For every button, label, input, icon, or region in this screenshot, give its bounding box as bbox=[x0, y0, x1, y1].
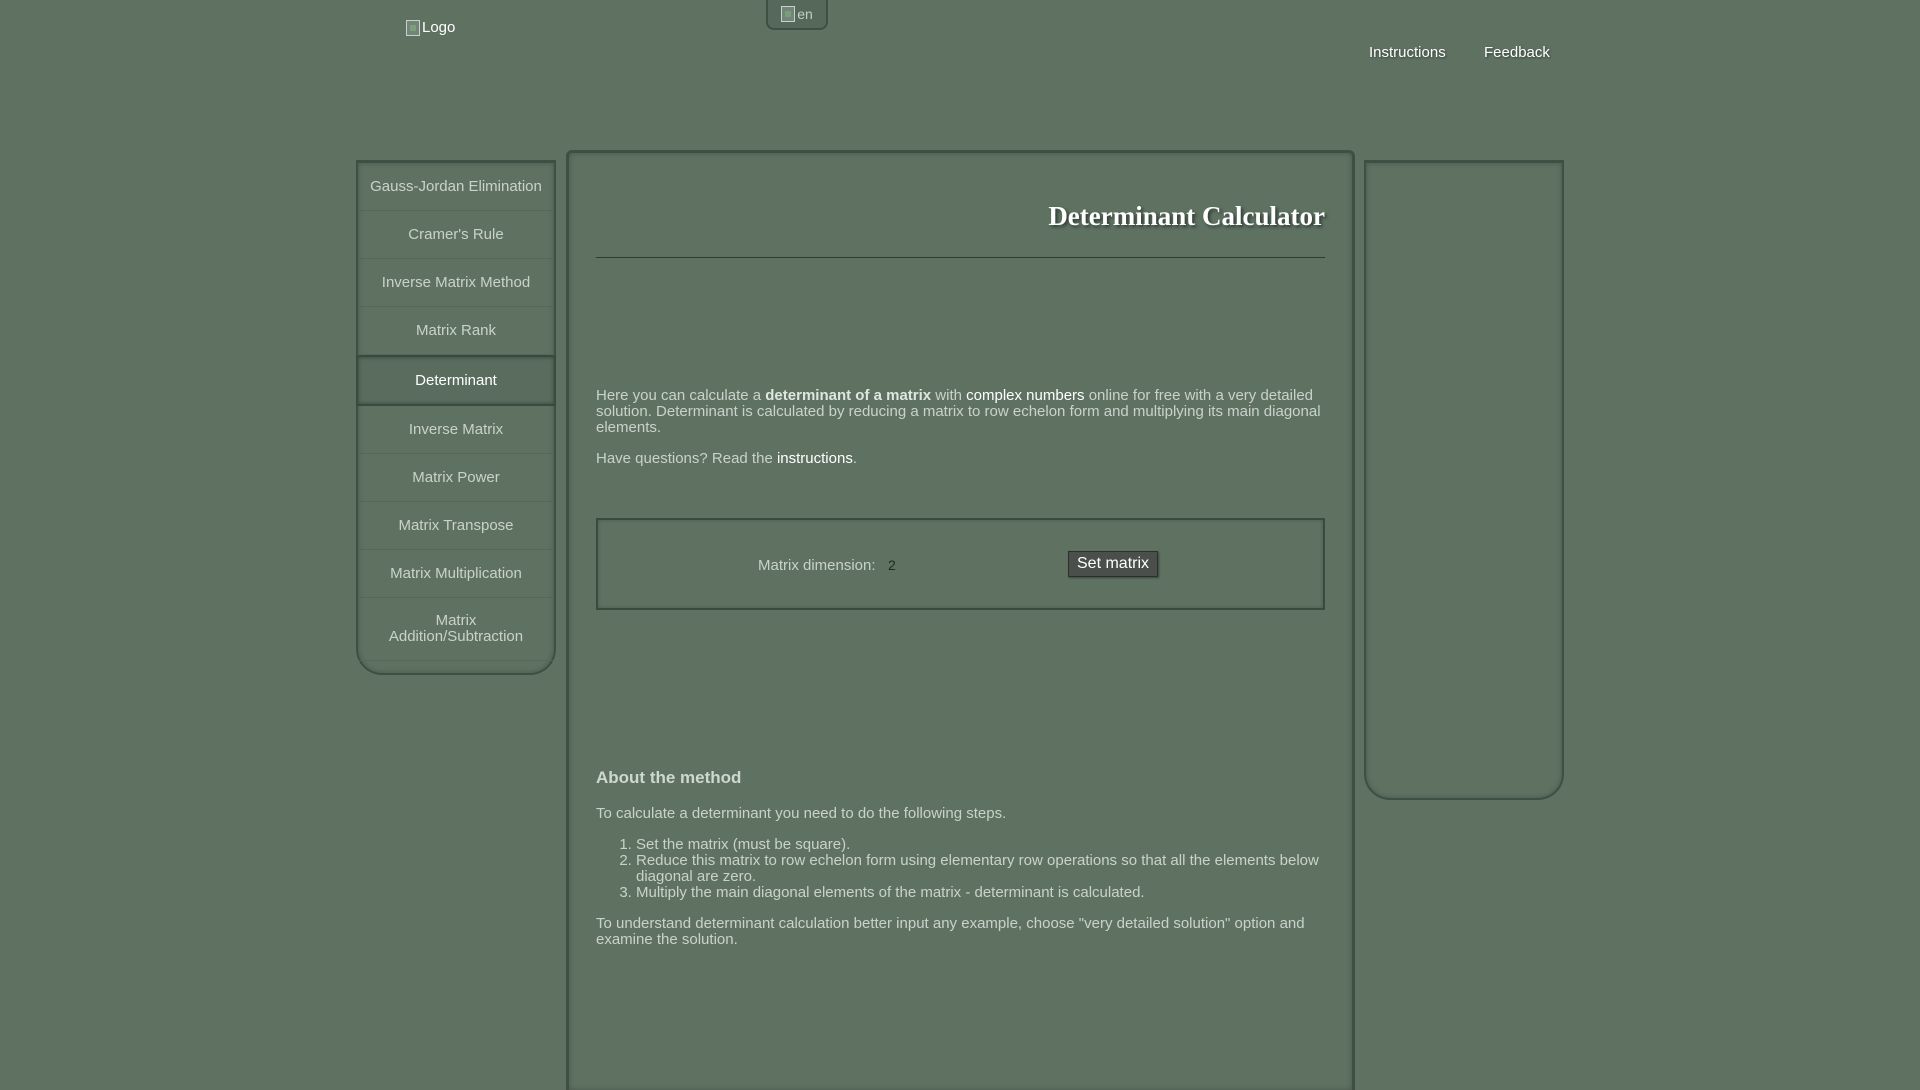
about-method-section: About the method To calculate a determin… bbox=[596, 768, 1325, 963]
sidebar-item-determinant[interactable]: Determinant bbox=[356, 355, 556, 406]
sidebar-item-matrix-rank[interactable]: Matrix Rank bbox=[358, 307, 554, 355]
sidebar-item-matrix-multiplication[interactable]: Matrix Multiplication bbox=[358, 550, 554, 598]
nav-instructions-link[interactable]: Instructions bbox=[1369, 44, 1446, 61]
matrix-dimension-input[interactable] bbox=[888, 555, 928, 575]
sidebar-item-matrix-transpose[interactable]: Matrix Transpose bbox=[358, 502, 554, 550]
sidebar-item-inverse-matrix[interactable]: Inverse Matrix bbox=[358, 406, 554, 454]
logo-alt-text: Logo bbox=[422, 19, 456, 36]
language-alt-text: en bbox=[797, 6, 813, 22]
list-item: Set the matrix (must be square). bbox=[636, 837, 1325, 853]
intro-text: Here you can calculate a determinant of … bbox=[596, 388, 1325, 482]
complex-numbers-link[interactable]: complex numbers bbox=[966, 387, 1084, 404]
flag-icon bbox=[781, 6, 796, 22]
sidebar-item-gauss-jordan[interactable]: Gauss-Jordan Elimination bbox=[358, 163, 554, 211]
about-heading: About the method bbox=[596, 768, 742, 787]
sidebar-item-matrix-power[interactable]: Matrix Power bbox=[358, 454, 554, 502]
instructions-link[interactable]: instructions bbox=[777, 450, 853, 467]
sidebar-item-cramers-rule[interactable]: Cramer's Rule bbox=[358, 211, 554, 259]
method-steps-list: Set the matrix (must be square). Reduce … bbox=[596, 837, 1325, 901]
set-matrix-button[interactable]: Set matrix bbox=[1068, 551, 1159, 577]
right-side-panel bbox=[1364, 160, 1564, 800]
sidebar-item-inverse-matrix-method[interactable]: Inverse Matrix Method bbox=[358, 259, 554, 307]
matrix-dimension-label: Matrix dimension: bbox=[758, 557, 876, 574]
about-lead: To calculate a determinant you need to d… bbox=[596, 805, 1007, 822]
site-logo[interactable]: Logo bbox=[406, 19, 455, 36]
broken-image-icon bbox=[406, 19, 420, 36]
sidebar: Gauss-Jordan Elimination Cramer's Rule I… bbox=[356, 160, 556, 675]
matrix-dimension-form: Matrix dimension: Set matrix bbox=[596, 518, 1325, 610]
about-closing: To understand determinant calculation be… bbox=[596, 915, 1305, 948]
title-divider bbox=[596, 257, 1325, 258]
main-panel: Determinant Calculator Here you can calc… bbox=[566, 150, 1355, 1090]
intro-bold-term: determinant of a matrix bbox=[765, 387, 932, 404]
page-title: Determinant Calculator bbox=[1048, 201, 1325, 231]
nav-feedback-link[interactable]: Feedback bbox=[1484, 44, 1550, 61]
list-item: Multiply the main diagonal elements of t… bbox=[636, 885, 1325, 901]
list-item: Reduce this matrix to row echelon form u… bbox=[636, 853, 1325, 885]
language-selector[interactable]: en bbox=[766, 0, 828, 30]
intro-paragraph: Here you can calculate a determinant of … bbox=[596, 387, 1321, 436]
questions-paragraph: Have questions? Read the instructions. bbox=[596, 450, 857, 467]
sidebar-item-matrix-addition-subtraction[interactable]: Matrix Addition/Subtraction bbox=[358, 598, 554, 661]
